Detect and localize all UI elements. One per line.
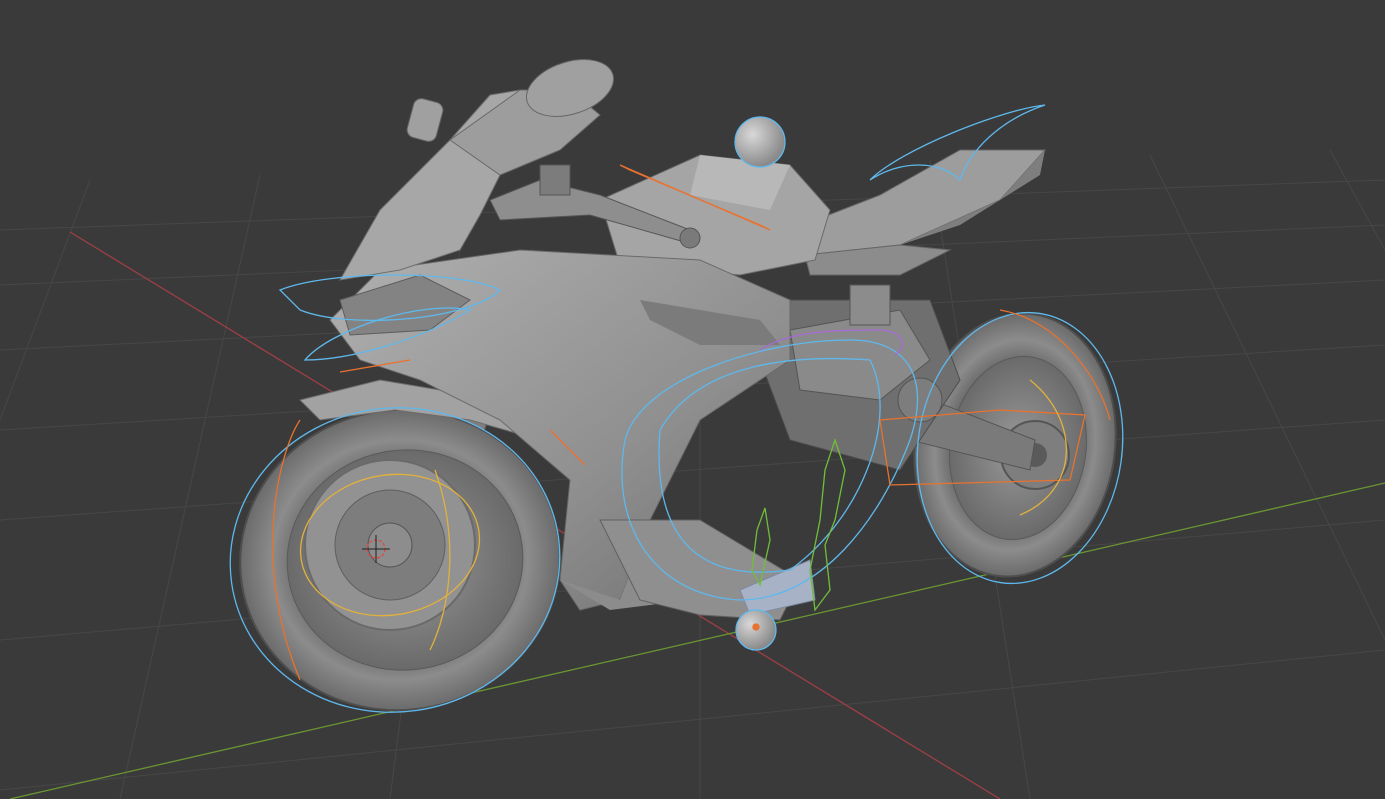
top-control-sphere[interactable] [734,116,786,168]
3d-viewport[interactable] [0,0,1385,799]
viewport-canvas[interactable] [0,0,1385,799]
motorcycle-model[interactable] [221,49,1133,730]
tail-section[interactable] [789,149,1047,256]
